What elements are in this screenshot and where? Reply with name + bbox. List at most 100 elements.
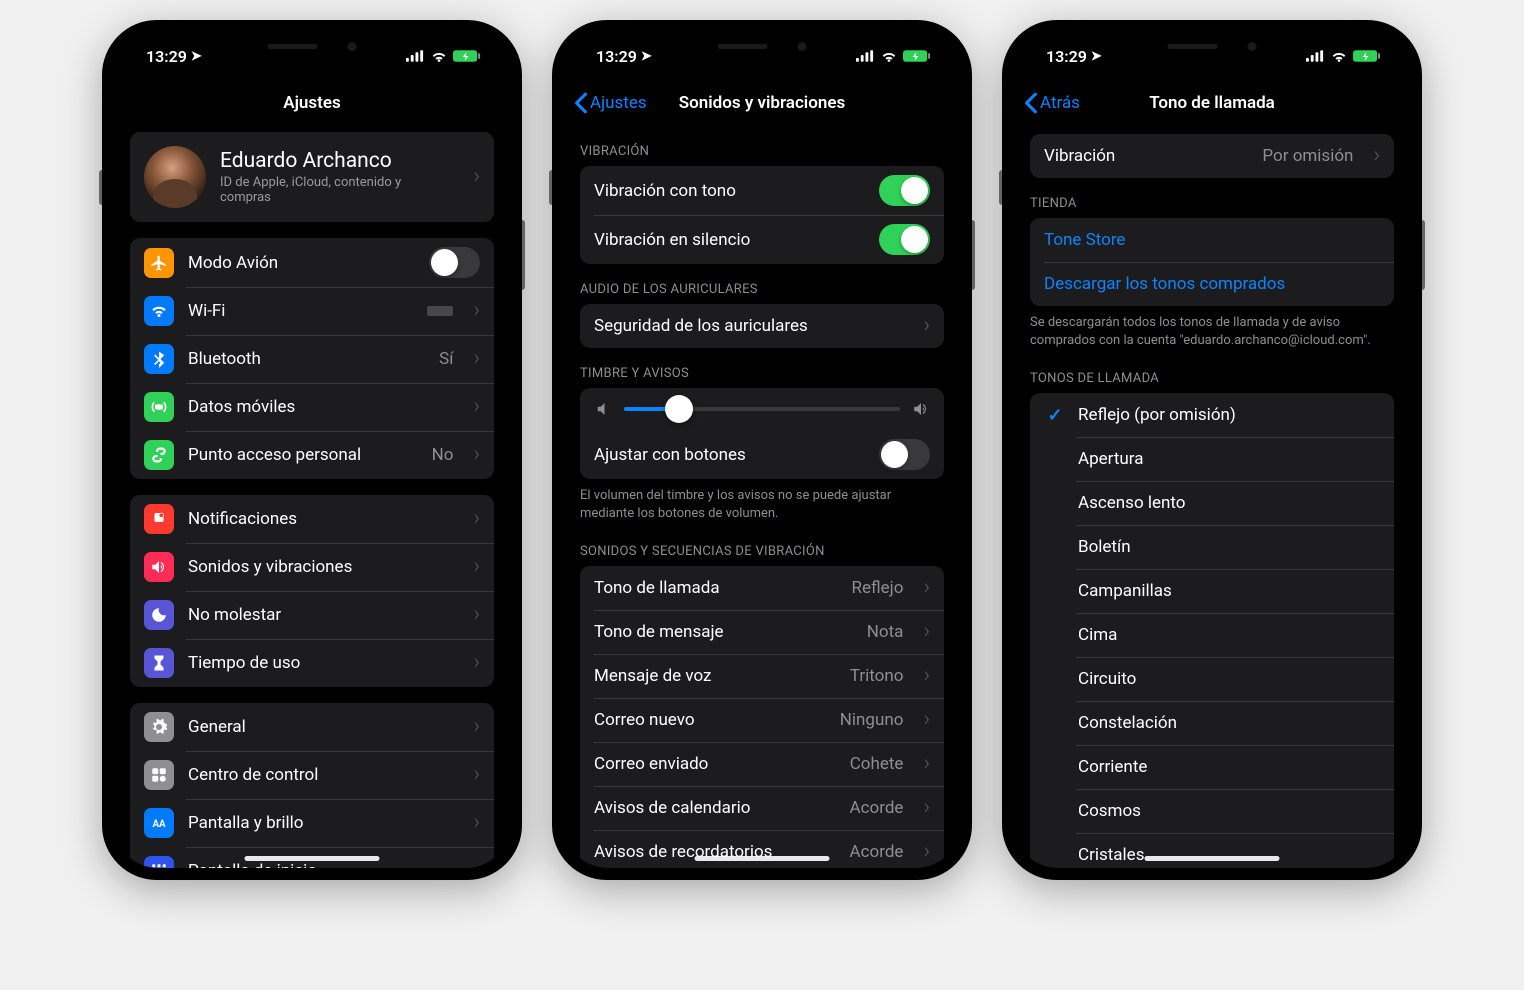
settings-row-bell[interactable]: Notificaciones›	[130, 495, 494, 543]
ringtone-row[interactable]: Campanillas	[1030, 569, 1394, 613]
volume-slider[interactable]	[624, 407, 900, 411]
back-chevron-icon	[1024, 92, 1038, 114]
vibration-row[interactable]: Vibración Por omisión ›	[1030, 134, 1394, 178]
row-label: General	[188, 717, 453, 737]
chevron-icon: ›	[473, 652, 480, 674]
sound-row[interactable]: Tono de mensajeNota›	[580, 610, 944, 654]
signal-icon	[406, 50, 425, 62]
row-label: Bluetooth	[188, 349, 425, 369]
page-title: Sonidos y vibraciones	[679, 93, 845, 113]
row-label: Tono de mensaje	[594, 622, 853, 642]
ringtone-label: Circuito	[1078, 669, 1380, 689]
wifi-status-icon	[1330, 50, 1348, 63]
vibrate-ring-toggle[interactable]	[879, 175, 930, 206]
settings-row-aa[interactable]: Pantalla y brillo ›	[130, 799, 494, 847]
ringtone-row[interactable]: Corriente	[1030, 745, 1394, 789]
ringtone-row[interactable]: Ascenso lento	[1030, 481, 1394, 525]
ringtone-row[interactable]: Cima	[1030, 613, 1394, 657]
row-label: Pantalla y brillo	[188, 813, 453, 833]
ringtone-row[interactable]: Constelación	[1030, 701, 1394, 745]
settings-row-hourglass[interactable]: Tiempo de uso›	[130, 639, 494, 687]
row-label: Modo Avión	[188, 253, 415, 273]
sound-row[interactable]: Correo enviadoCohete›	[580, 742, 944, 786]
ringtone-row[interactable]: Boletín	[1030, 525, 1394, 569]
ringtone-row[interactable]: ✓Reflejo (por omisión)	[1030, 393, 1394, 437]
row-value: No	[432, 445, 454, 465]
headphone-safety-row[interactable]: Seguridad de los auriculares ›	[580, 304, 944, 348]
check-icon: ✓	[1046, 405, 1064, 426]
section-vibration: VIBRACIÓN	[564, 126, 960, 166]
signal-icon	[1306, 50, 1325, 62]
settings-row-airplane[interactable]: Modo Avión	[130, 238, 494, 287]
notch	[675, 32, 850, 60]
vibrate-ring-row[interactable]: Vibración con tono	[580, 166, 944, 215]
settings-row-wifi[interactable]: Wi-Fi›	[130, 287, 494, 335]
tone-store-row[interactable]: Tone Store	[1030, 218, 1394, 262]
ringtone-row[interactable]: Apertura	[1030, 437, 1394, 481]
sound-row[interactable]: Correo nuevoNinguno›	[580, 698, 944, 742]
row-value: Cohete	[850, 754, 904, 774]
settings-row-control[interactable]: Centro de control ›	[130, 751, 494, 799]
settings-row-bluetooth[interactable]: BluetoothSí›	[130, 335, 494, 383]
chevron-icon: ›	[473, 812, 480, 834]
settings-row-antenna[interactable]: Datos móviles›	[130, 383, 494, 431]
ringtone-row[interactable]: Circuito	[1030, 657, 1394, 701]
row-label: Datos móviles	[188, 397, 453, 417]
bell-icon	[144, 504, 174, 534]
home-indicator[interactable]	[695, 856, 830, 861]
ringtone-row[interactable]: Cristales	[1030, 833, 1394, 868]
ringtone-label: Cosmos	[1078, 801, 1380, 821]
aa-icon	[144, 808, 174, 838]
section-headphone: AUDIO DE LOS AURICULARES	[564, 264, 960, 304]
download-tones-row[interactable]: Descargar los tonos comprados	[1030, 262, 1394, 306]
ringtone-label: Apertura	[1078, 449, 1380, 469]
settings-row-gear[interactable]: General ›	[130, 703, 494, 751]
row-value: Acorde	[850, 842, 904, 862]
row-label: Tono de llamada	[594, 578, 838, 598]
signal-icon	[856, 50, 875, 62]
location-icon: ➤	[1091, 49, 1102, 64]
vibrate-silent-toggle[interactable]	[879, 224, 930, 255]
settings-row-moon[interactable]: No molestar›	[130, 591, 494, 639]
sound-row[interactable]: Avisos de calendarioAcorde›	[580, 786, 944, 830]
change-with-buttons-row[interactable]: Ajustar con botones	[580, 430, 944, 479]
ringtone-row[interactable]: Cosmos	[1030, 789, 1394, 833]
chevron-icon: ›	[923, 577, 930, 599]
notch	[225, 32, 400, 60]
battery-icon	[453, 49, 482, 63]
row-label: Centro de control	[188, 765, 453, 785]
section-sounds: SONIDOS Y SECUENCIAS DE VIBRACIÓN	[564, 526, 960, 566]
gear-icon	[144, 712, 174, 742]
bluetooth-icon	[144, 344, 174, 374]
chevron-icon: ›	[473, 300, 480, 322]
notch	[1125, 32, 1300, 60]
status-time: 13:29	[596, 47, 637, 66]
home-indicator[interactable]	[1145, 856, 1280, 861]
sound-row[interactable]: Avisos de recordatoriosAcorde›	[580, 830, 944, 868]
back-button[interactable]: Ajustes	[574, 92, 647, 114]
volume-high-icon	[912, 400, 930, 418]
back-button[interactable]: Atrás	[1024, 92, 1080, 114]
home-indicator[interactable]	[245, 856, 380, 861]
sound-row[interactable]: Mensaje de vozTritono›	[580, 654, 944, 698]
apple-id-row[interactable]: Eduardo Archanco ID de Apple, iCloud, co…	[130, 132, 494, 222]
chevron-icon: ›	[473, 716, 480, 738]
section-store: TIENDA	[1014, 178, 1410, 218]
chevron-icon: ›	[473, 764, 480, 786]
battery-icon	[1353, 49, 1382, 63]
status-time: 13:29	[1046, 47, 1087, 66]
row-label: Correo nuevo	[594, 710, 826, 730]
wifi-status-icon	[880, 50, 898, 63]
sound-row[interactable]: Tono de llamadaReflejo›	[580, 566, 944, 610]
battery-icon	[903, 49, 932, 63]
settings-row-hotspot[interactable]: Punto acceso personalNo›	[130, 431, 494, 479]
chevron-icon: ›	[473, 604, 480, 626]
airplane-toggle[interactable]	[429, 247, 480, 278]
chevron-icon: ›	[1373, 145, 1380, 167]
vibrate-silent-row[interactable]: Vibración en silencio	[580, 215, 944, 264]
chevron-icon: ›	[473, 860, 480, 868]
settings-row-speaker[interactable]: Sonidos y vibraciones›	[130, 543, 494, 591]
nav-bar: Ajustes Sonidos y vibraciones	[564, 80, 960, 126]
ringtone-label: Constelación	[1078, 713, 1380, 733]
change-buttons-toggle[interactable]	[879, 439, 930, 470]
